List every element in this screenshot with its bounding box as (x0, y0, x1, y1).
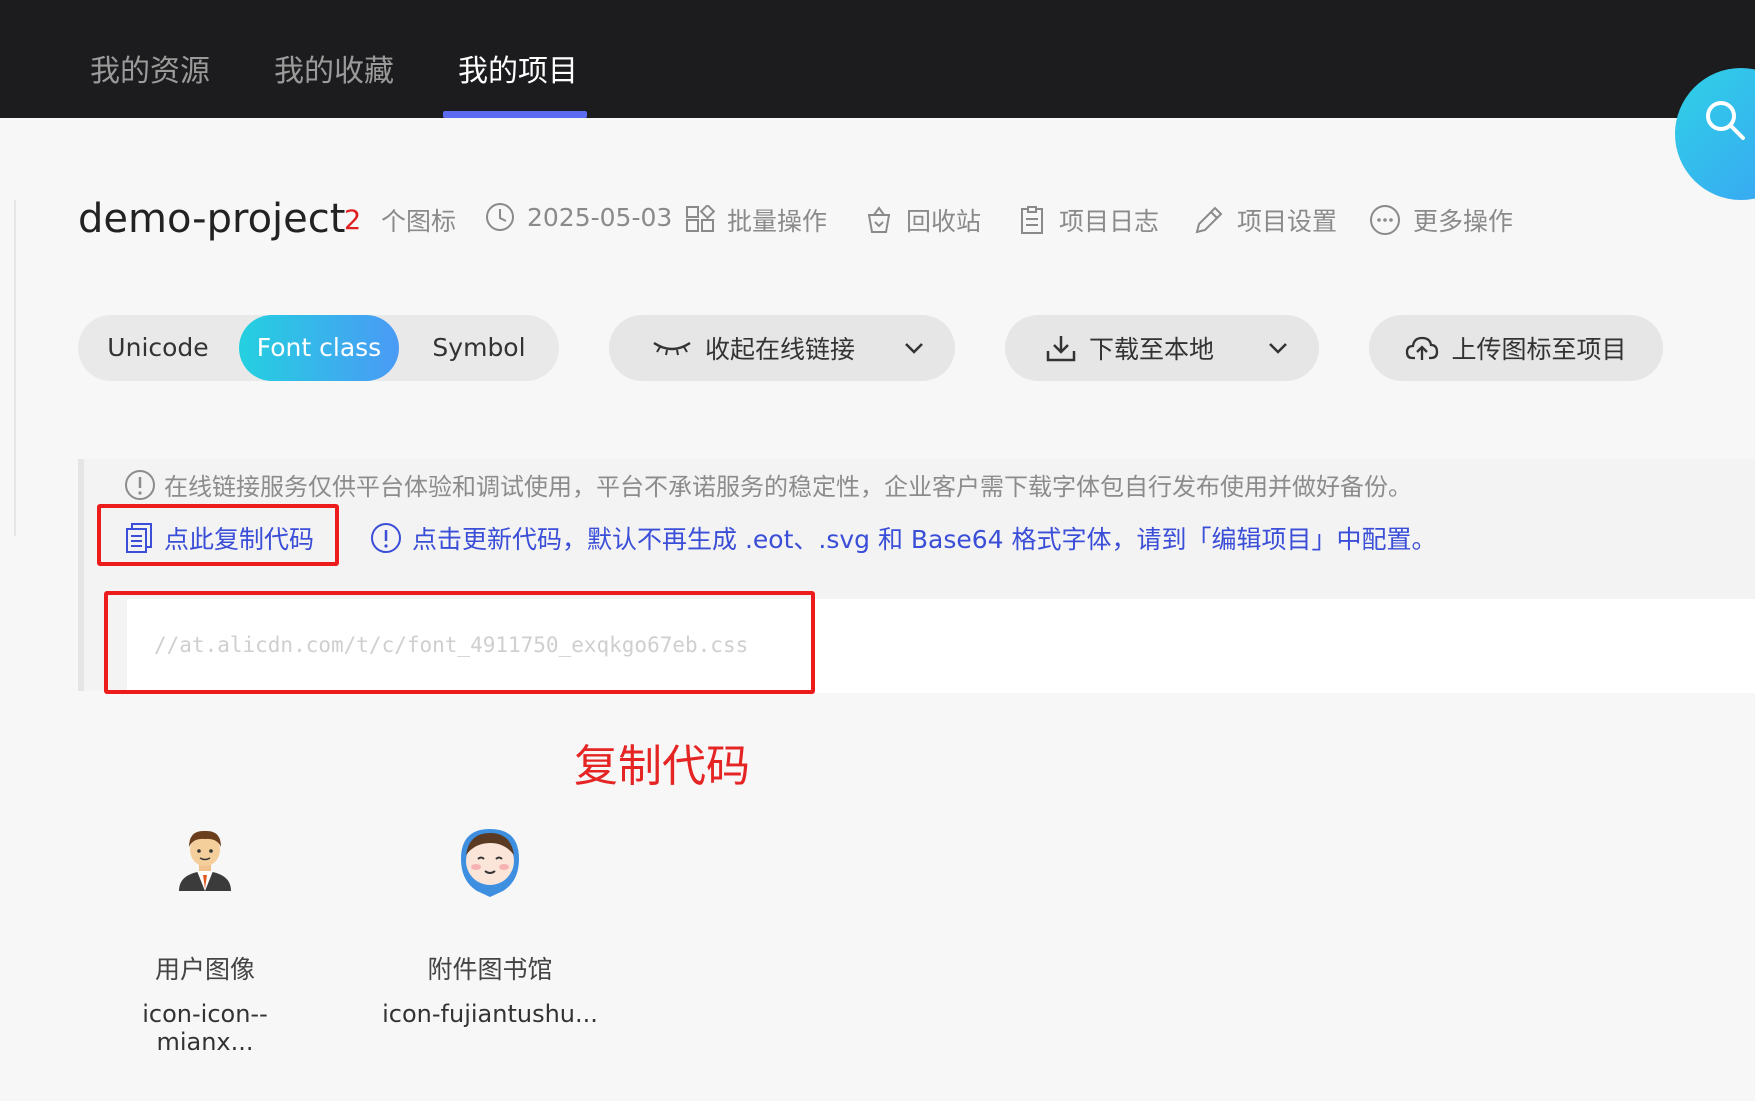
service-disclaimer: 在线链接服务仅供平台体验和调试使用，平台不承诺服务的稳定性，企业客户需下载字体包… (124, 467, 1412, 502)
icon-name: 用户图像 (154, 955, 255, 984)
collapse-online-link-label: 收起在线链接 (705, 335, 856, 364)
update-code-text: 点击更新代码，默认不再生成 .eot、.svg 和 Base64 格式字体，请到… (412, 525, 1437, 554)
info-icon (125, 469, 155, 500)
user-avatar-icon (179, 830, 231, 891)
top-navigation-bar: 我的资源 我的收藏 我的项目 (0, 0, 1755, 118)
project-title: demo-project (78, 196, 346, 242)
clock-icon (486, 203, 514, 231)
chevron-down-icon (1269, 343, 1287, 354)
copy-code-highlight-box (97, 504, 339, 566)
icon-count-label: 个图标 (381, 202, 456, 238)
update-code-link[interactable]: 点击更新代码，默认不再生成 .eot、.svg 和 Base64 格式字体，请到… (370, 520, 1437, 556)
project-log-button[interactable]: 项目日志 (1017, 202, 1159, 238)
project-log-label: 项目日志 (1059, 207, 1160, 236)
cloud-upload-icon (1406, 336, 1439, 360)
more-icon (1370, 205, 1400, 235)
project-date: 2025-05-03 (485, 202, 672, 232)
closed-eye-icon (653, 341, 691, 356)
settings-pencil-icon (1195, 206, 1223, 234)
log-icon (1021, 206, 1043, 234)
icon-card-user-avatar[interactable]: 用户图像 icon-icon--mianx... (95, 825, 315, 1056)
code-url-highlight-box (104, 591, 815, 694)
segment-symbol[interactable]: Symbol (399, 315, 559, 381)
active-tab-indicator (443, 111, 587, 118)
recycle-bin-button[interactable]: 回收站 (864, 202, 981, 238)
copy-code-annotation: 复制代码 (574, 741, 750, 792)
service-disclaimer-text: 在线链接服务仅供平台体验和调试使用，平台不承诺服务的稳定性，企业客户需下载字体包… (164, 473, 1412, 501)
tab-my-resources[interactable]: 我的资源 (90, 46, 210, 90)
download-icon (1046, 336, 1076, 362)
segment-unicode[interactable]: Unicode (78, 315, 238, 381)
icon-code: icon-fujiantushu... (382, 1000, 598, 1028)
more-operations-button[interactable]: 更多操作 (1369, 202, 1513, 238)
project-date-text: 2025-05-03 (527, 202, 673, 232)
upload-icon-button[interactable]: 上传图标至项目 (1369, 315, 1663, 381)
batch-operation-button[interactable]: 批量操作 (685, 202, 827, 238)
format-segmented-control: Unicode Font class Symbol (78, 315, 559, 381)
chevron-down-icon (905, 343, 923, 354)
project-settings-button[interactable]: 项目设置 (1193, 202, 1337, 238)
attachment-library-icon (461, 829, 519, 897)
left-divider (14, 200, 16, 536)
recycle-bin-label: 回收站 (906, 207, 982, 236)
project-settings-label: 项目设置 (1237, 207, 1338, 236)
icon-count-suffix: 个图标 (381, 207, 457, 236)
batch-operation-label: 批量操作 (727, 207, 828, 236)
icon-count: 2 (344, 205, 362, 236)
download-local-dropdown[interactable]: 下载至本地 (1005, 315, 1319, 381)
info-icon (371, 523, 401, 553)
segment-font-class[interactable]: Font class (239, 315, 399, 381)
search-icon (1706, 101, 1745, 140)
download-local-label: 下载至本地 (1089, 335, 1215, 364)
tab-my-projects[interactable]: 我的项目 (458, 46, 578, 90)
icon-name: 附件图书馆 (427, 955, 553, 984)
icon-code: icon-icon--mianx... (142, 1000, 268, 1056)
more-operations-label: 更多操作 (1413, 207, 1514, 236)
recycle-bin-icon (867, 206, 891, 233)
collapse-online-link-dropdown[interactable]: 收起在线链接 (609, 315, 955, 381)
icon-card-attachment-library[interactable]: 附件图书馆 icon-fujiantushu... (380, 825, 600, 1028)
tab-my-favorites[interactable]: 我的收藏 (274, 46, 394, 90)
batch-icon (686, 205, 715, 232)
upload-icon-label: 上传图标至项目 (1451, 335, 1627, 364)
